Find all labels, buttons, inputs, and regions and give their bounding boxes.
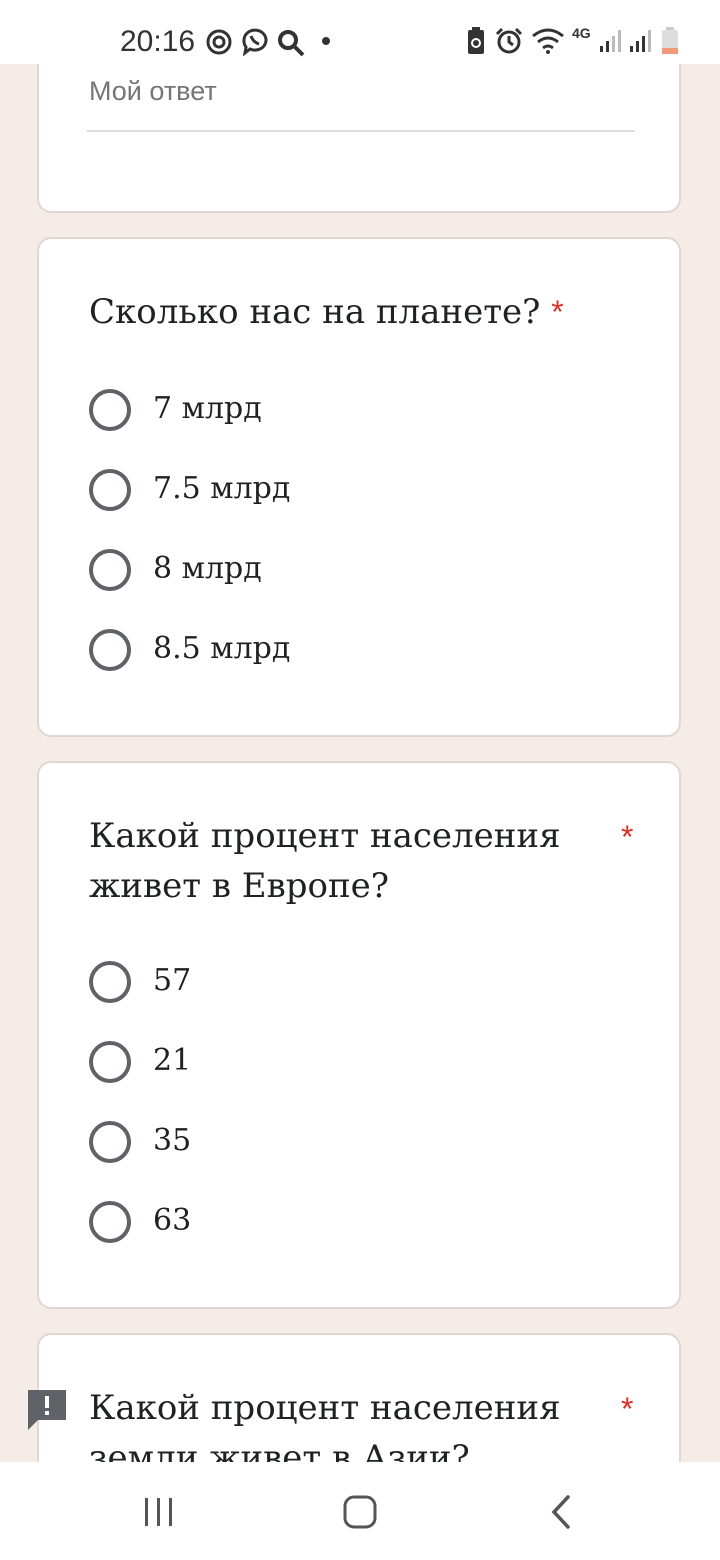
search-icon [278,30,305,57]
radio-button[interactable] [89,549,131,591]
4g-icon: 4G [572,25,591,41]
required-mark: * [621,1391,634,1427]
question-title: Сколько нас на планете? * [89,287,564,337]
required-mark: * [621,819,634,855]
radio-button[interactable] [89,389,131,431]
battery-saver-icon [468,27,484,54]
radio-button[interactable] [89,961,131,1003]
answer-input[interactable]: Мой ответ [89,76,217,107]
option-label: 7 млрд [153,391,262,426]
option-label: 35 [153,1123,192,1158]
signal-icon [600,30,621,52]
option-label: 63 [153,1203,192,1238]
alarm-icon [495,27,523,54]
radio-button[interactable] [89,1121,131,1163]
option-label: 7.5 млрд [153,471,291,506]
answer-card: Мой ответ [37,40,681,213]
question-title: Какой процент населения живет в Европе? [89,811,561,911]
recent-apps-icon[interactable] [142,1496,176,1528]
radio-button[interactable] [89,469,131,511]
viber-icon [242,28,268,56]
answer-underline [87,130,635,132]
dot-icon [322,37,330,45]
feedback-icon[interactable] [26,1388,68,1430]
battery-icon [662,27,678,54]
status-time: 20:16 [120,25,196,58]
question-text: Сколько нас на планете? [89,292,541,332]
required-mark: * [551,294,564,330]
question-text-line2: живет в Европе? [89,866,389,906]
question-text-line1: Какой процент населения [89,1388,561,1428]
question-card-1: Сколько нас на планете? * 7 млрд 7.5 млр… [37,237,681,737]
radio-button[interactable] [89,1201,131,1243]
back-icon[interactable] [548,1494,574,1530]
radio-button[interactable] [89,1041,131,1083]
face-id-icon [206,29,232,55]
option-label: 8.5 млрд [153,631,291,666]
option-label: 57 [153,963,192,998]
radio-button[interactable] [89,629,131,671]
wifi-icon [532,28,564,54]
question-text-line1: Какой процент населения [89,816,561,856]
signal-icon-2 [630,30,651,52]
home-icon[interactable] [342,1494,378,1530]
navigation-bar [0,1462,720,1560]
option-label: 21 [153,1043,192,1078]
question-card-2: Какой процент населения живет в Европе? … [37,761,681,1309]
status-bar: 20:16 4G [0,0,720,64]
option-label: 8 млрд [153,551,262,586]
